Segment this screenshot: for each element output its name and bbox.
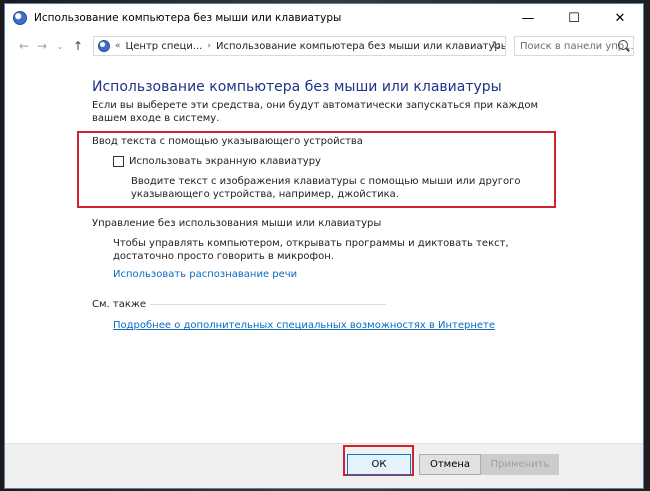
- section-header-speech: Управление без использования мыши или кл…: [92, 218, 385, 229]
- address-dropdown-chevron-icon[interactable]: ⌄: [478, 41, 485, 50]
- highlight-frame: [77, 131, 556, 208]
- cancel-button[interactable]: Отмена: [419, 454, 481, 475]
- breadcrumb-separator-icon: «: [115, 41, 121, 51]
- up-arrow-icon[interactable]: ↑: [69, 36, 87, 56]
- back-arrow-icon[interactable]: ←: [15, 36, 33, 56]
- window-title: Использование компьютера без мыши или кл…: [34, 12, 342, 24]
- maximize-button[interactable]: ☐: [551, 4, 597, 32]
- intro-text: Если вы выберете эти средства, они будут…: [92, 100, 539, 124]
- apply-button[interactable]: Применить: [481, 454, 559, 475]
- main-content: Использование компьютера без мыши или кл…: [5, 60, 643, 440]
- refresh-icon[interactable]: ↻: [492, 39, 501, 52]
- close-button[interactable]: ✕: [597, 4, 643, 32]
- dialog-button-bar: ОК Отмена Применить: [5, 443, 643, 488]
- page-title: Использование компьютера без мыши или кл…: [92, 79, 502, 95]
- control-panel-window: Использование компьютера без мыши или кл…: [4, 3, 644, 489]
- minimize-button[interactable]: —: [505, 4, 551, 32]
- speech-description: Чтобы управлять компьютером, открывать п…: [113, 238, 509, 262]
- section-divider: [150, 304, 387, 305]
- online-accessibility-link[interactable]: Подробнее о дополнительных специальных в…: [113, 320, 495, 331]
- ease-of-access-icon: [98, 40, 110, 52]
- breadcrumb-separator-icon[interactable]: ›: [207, 41, 211, 51]
- search-icon[interactable]: [618, 40, 628, 50]
- ease-of-access-icon: [13, 11, 27, 25]
- search-input[interactable]: Поиск в панели упр...: [514, 36, 634, 56]
- forward-arrow-icon[interactable]: →: [33, 36, 51, 56]
- search-placeholder: Поиск в панели упр...: [520, 40, 634, 52]
- address-field[interactable]: « Центр специ... › Использование компьют…: [93, 36, 506, 56]
- section-header-label: Управление без использования мыши или кл…: [92, 218, 382, 229]
- ok-button[interactable]: ОК: [347, 454, 411, 475]
- section-header-see-also: См. также: [92, 299, 387, 310]
- speech-recognition-link[interactable]: Использовать распознавание речи: [113, 269, 297, 280]
- address-bar: ← → ⌄ ↑ « Центр специ... › Использование…: [5, 34, 643, 58]
- title-bar: Использование компьютера без мыши или кл…: [5, 4, 643, 32]
- section-header-label: См. также: [92, 299, 147, 310]
- breadcrumb-current-page[interactable]: Использование компьютера без мыши или кл…: [216, 41, 505, 52]
- breadcrumb-ease-of-access-center[interactable]: Центр специ...: [126, 41, 203, 52]
- recent-locations-chevron-icon[interactable]: ⌄: [51, 36, 69, 56]
- window-controls: — ☐ ✕: [505, 4, 643, 32]
